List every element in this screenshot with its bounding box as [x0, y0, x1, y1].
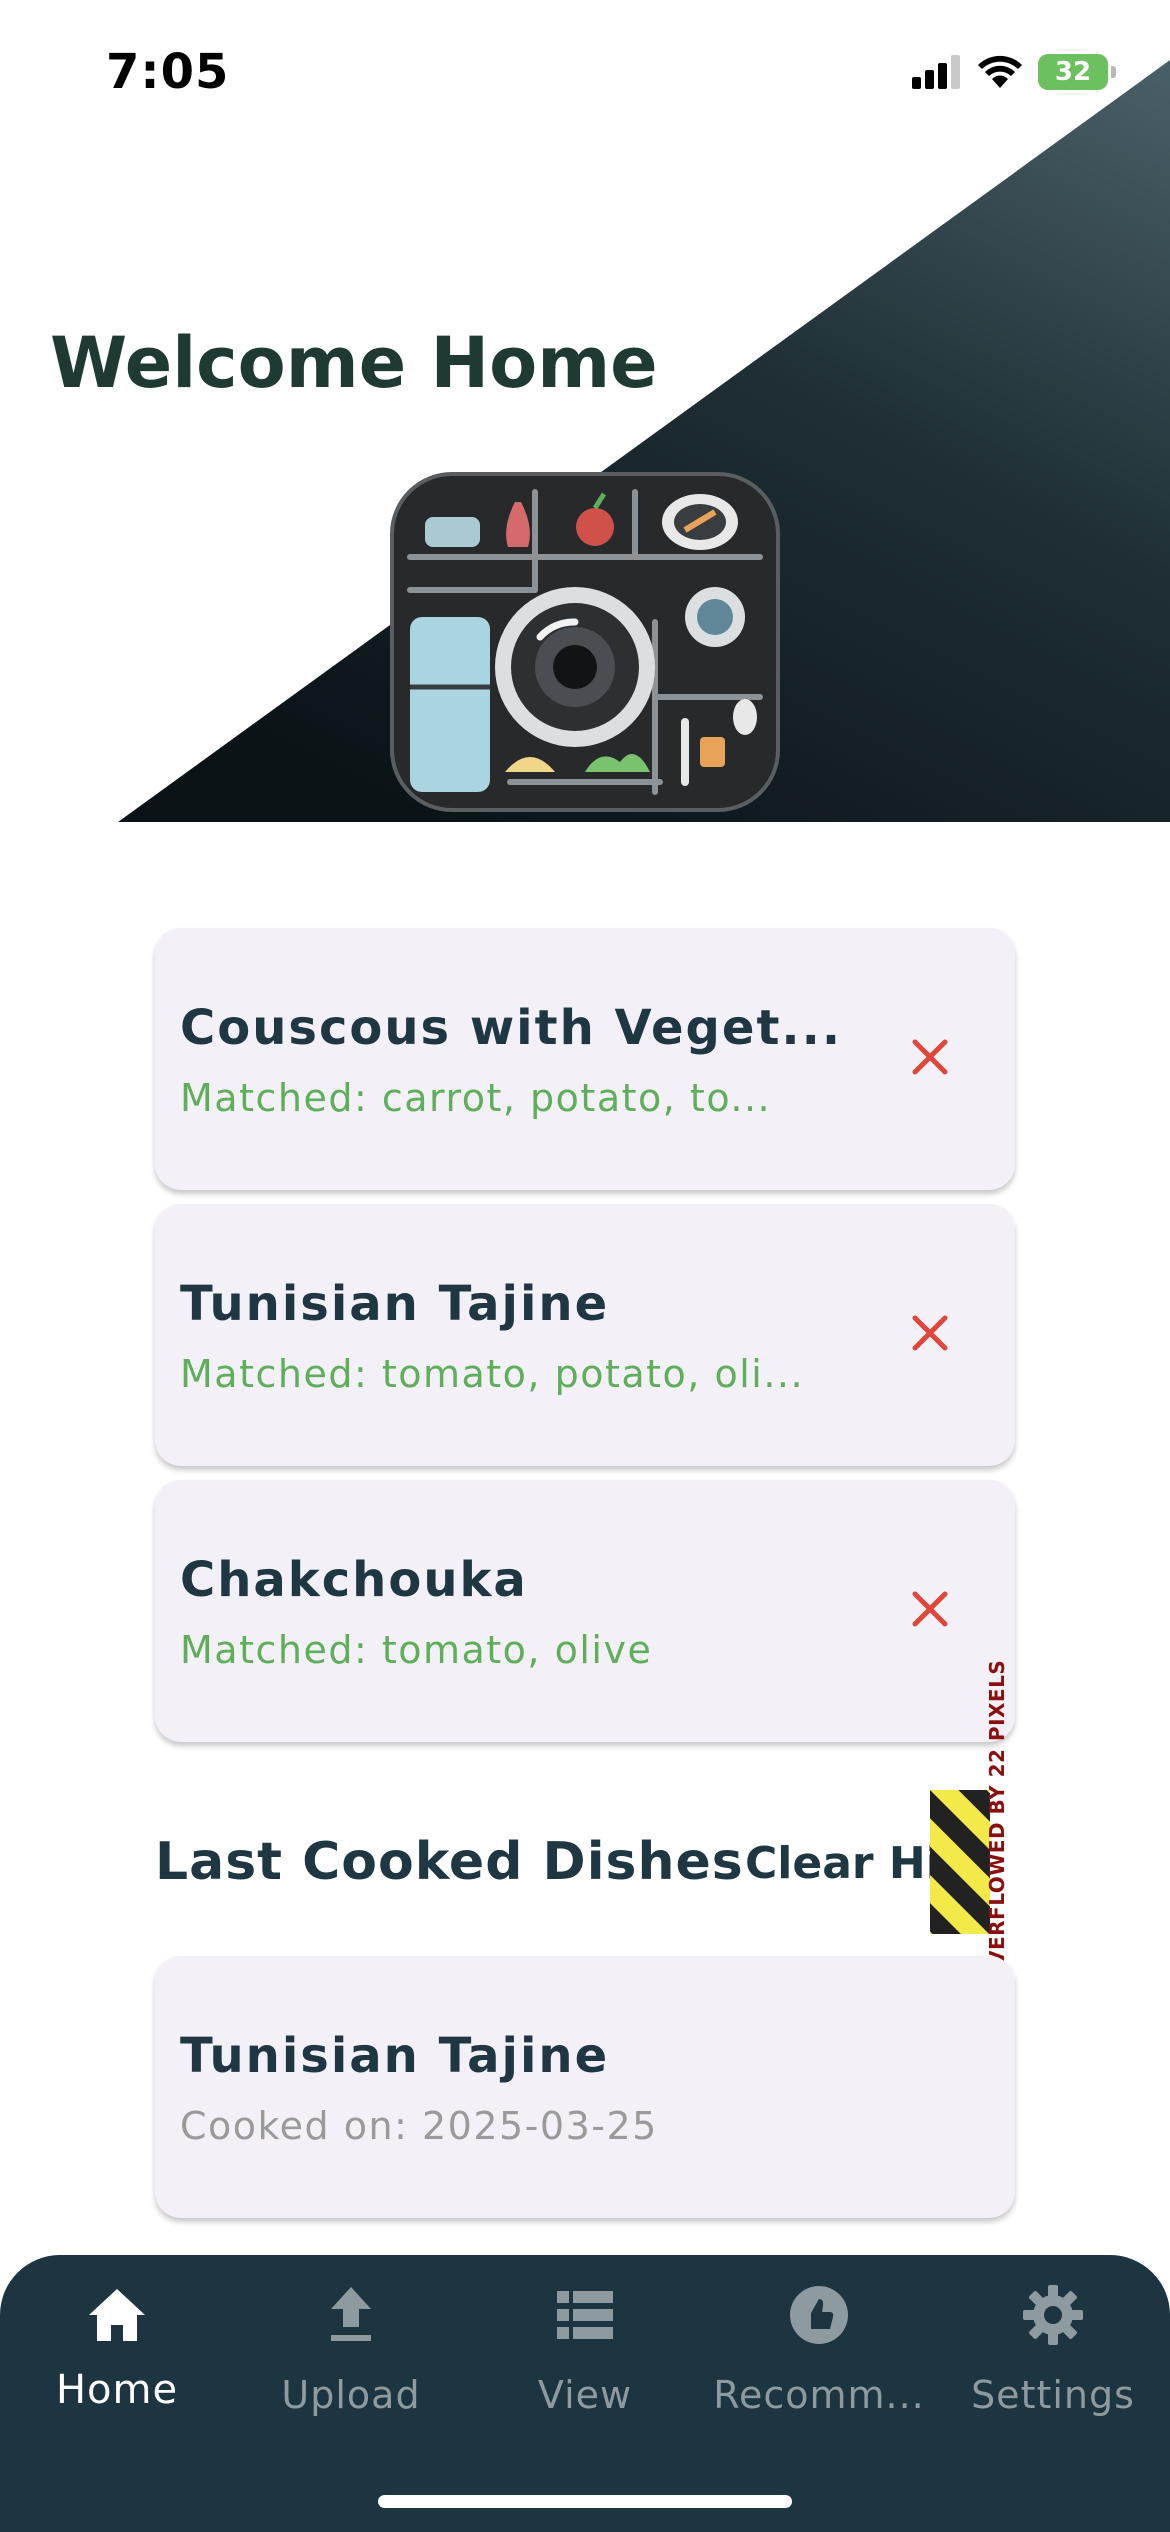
cooked-date: Cooked on: 2025-03-25 [180, 2104, 658, 2148]
matched-ingredients: Matched: tomato, potato, oli... [180, 1352, 805, 1396]
home-indicator [378, 2495, 792, 2508]
history-card[interactable]: Tunisian Tajine Cooked on: 2025-03-25 [155, 1956, 1015, 2218]
overflow-warning-text: VERFLOWED BY 22 PIXELS [985, 1659, 1009, 1966]
overflow-warning-stripes [930, 1790, 990, 1934]
status-bar: 7:05 32 [0, 0, 1170, 140]
status-time: 7:05 [106, 44, 230, 100]
last-cooked-heading: Last Cooked Dishes [155, 1832, 744, 1892]
home-icon [89, 2289, 145, 2341]
nav-view[interactable]: View [468, 2277, 702, 2417]
wifi-icon [978, 55, 1022, 88]
matched-ingredients: Matched: tomato, olive [180, 1628, 653, 1672]
status-icons: 32 [912, 54, 1116, 90]
nav-recommendations[interactable]: Recomm... [702, 2277, 936, 2417]
upload-icon [331, 2287, 371, 2341]
recommendation-card[interactable]: Tunisian Tajine Matched: tomato, potato,… [155, 1204, 1015, 1466]
close-icon[interactable] [905, 1308, 955, 1358]
nav-home[interactable]: Home [0, 2277, 234, 2417]
nav-upload[interactable]: Upload [234, 2277, 468, 2417]
battery-icon: 32 [1038, 54, 1116, 90]
nav-label: Upload [281, 2373, 421, 2417]
recipe-title: Tunisian Tajine [180, 1276, 610, 1332]
close-icon[interactable] [905, 1584, 955, 1634]
battery-level: 32 [1054, 57, 1092, 87]
cellular-signal-icon [912, 55, 960, 89]
dish-title: Tunisian Tajine [180, 2028, 610, 2084]
recommendation-card[interactable]: Couscous with Veget... Matched: carrot, … [155, 928, 1015, 1190]
nav-label: Recomm... [713, 2373, 925, 2417]
matched-ingredients: Matched: carrot, potato, to... [180, 1076, 772, 1120]
recipe-title: Chakchouka [180, 1552, 528, 1608]
nav-label: Settings [971, 2373, 1135, 2417]
bottom-navigation: Home Upload View Recomm... Settings [0, 2255, 1170, 2532]
page-title: Welcome Home [50, 322, 658, 404]
recommendation-card[interactable]: Chakchouka Matched: tomato, olive [155, 1480, 1015, 1742]
close-icon[interactable] [905, 1032, 955, 1082]
recipe-title: Couscous with Veget... [180, 1000, 843, 1056]
nav-settings[interactable]: Settings [936, 2277, 1170, 2417]
kitchen-camera-app-icon [390, 472, 780, 812]
recommend-icon [790, 2286, 848, 2344]
hero-header: Welcome Home [0, 60, 1170, 822]
nav-label: Home [55, 2367, 179, 2413]
nav-label: View [537, 2373, 633, 2417]
list-view-icon [557, 2291, 613, 2339]
gear-icon [1023, 2285, 1083, 2345]
